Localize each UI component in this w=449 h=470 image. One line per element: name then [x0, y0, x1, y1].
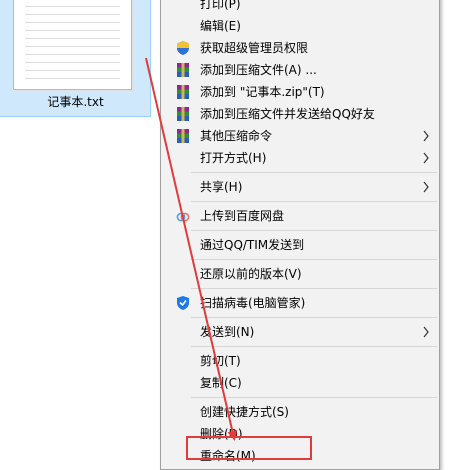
chevron-right-icon — [422, 321, 430, 343]
rename-highlight-box — [186, 436, 312, 460]
menu-item-scan-virus[interactable]: 扫描病毒(电脑管家) — [161, 292, 439, 314]
menu-item-upload-baidu-netdisk[interactable]: 上传到百度网盘 — [161, 205, 439, 227]
menu-item-share[interactable]: 共享(H) — [161, 176, 439, 198]
menu-item-add-to-archive[interactable]: 添加到压缩文件(A) ... — [161, 59, 439, 81]
menu-item-other-compress-commands[interactable]: 其他压缩命令 — [161, 125, 439, 147]
menu-separator — [191, 397, 437, 398]
menu-separator — [191, 172, 437, 173]
menu-item-label: 添加到压缩文件并发送给QQ好友 — [200, 107, 375, 121]
baidu-netdisk-icon — [175, 208, 191, 224]
text-document-icon — [13, 0, 132, 90]
menu-item-label: 创建快捷方式(S) — [200, 405, 289, 419]
chevron-right-icon — [422, 125, 430, 147]
menu-separator — [191, 201, 437, 202]
menu-item-add-to-zip[interactable]: 添加到 "记事本.zip"(T) — [161, 81, 439, 103]
winrar-icon — [175, 84, 191, 100]
menu-item-create-shortcut[interactable]: 创建快捷方式(S) — [161, 401, 439, 423]
menu-item-label: 共享(H) — [200, 180, 243, 194]
menu-item-restore-previous-versions[interactable]: 还原以前的版本(V) — [161, 263, 439, 285]
menu-item-open-with[interactable]: 打开方式(H) — [161, 147, 439, 169]
file-name-label[interactable]: 记事本.txt — [0, 94, 151, 110]
menu-item-cut[interactable]: 剪切(T) — [161, 350, 439, 372]
winrar-icon — [175, 62, 191, 78]
menu-item-label: 剪切(T) — [200, 354, 241, 368]
menu-item-label: 复制(C) — [200, 376, 242, 390]
chevron-right-icon — [422, 147, 430, 169]
menu-item-label: 其他压缩命令 — [200, 129, 273, 143]
menu-item-admin-rights[interactable]: 获取超级管理员权限 — [161, 37, 439, 59]
winrar-icon — [175, 106, 191, 122]
menu-item-label: 通过QQ/TIM发送到 — [200, 238, 305, 252]
menu-separator — [191, 346, 437, 347]
menu-item-label: 添加到压缩文件(A) ... — [200, 63, 317, 77]
menu-item-copy[interactable]: 复制(C) — [161, 372, 439, 394]
winrar-icon — [175, 128, 191, 144]
menu-item-label: 添加到 "记事本.zip"(T) — [200, 85, 325, 99]
menu-item-label: 扫描病毒(电脑管家) — [200, 296, 306, 310]
menu-item-label: 获取超级管理员权限 — [200, 41, 309, 55]
context-menu: 打印(P) 编辑(E) 获取超级管理员权限 添加到压缩文件(A) ... 添加到… — [160, 0, 440, 470]
menu-item-edit[interactable]: 编辑(E) — [161, 15, 439, 37]
menu-separator — [191, 288, 437, 289]
menu-item-send-to[interactable]: 发送到(N) — [161, 321, 439, 343]
menu-item-label: 打开方式(H) — [200, 151, 267, 165]
chevron-right-icon — [422, 176, 430, 198]
menu-item-archive-send-qq[interactable]: 添加到压缩文件并发送给QQ好友 — [161, 103, 439, 125]
menu-item-send-via-qq-tim[interactable]: 通过QQ/TIM发送到 — [161, 234, 439, 256]
selected-file[interactable]: 记事本.txt — [0, 0, 151, 117]
menu-item-label: 还原以前的版本(V) — [200, 267, 302, 281]
tencent-pc-manager-icon — [175, 295, 191, 311]
menu-item-print[interactable]: 打印(P) — [161, 0, 439, 15]
menu-item-label: 编辑(E) — [200, 19, 241, 33]
menu-item-label: 上传到百度网盘 — [200, 209, 285, 223]
menu-separator — [191, 259, 437, 260]
uac-shield-icon — [175, 40, 191, 56]
menu-separator — [191, 317, 437, 318]
menu-item-label: 打印(P) — [200, 0, 241, 11]
menu-item-label: 发送到(N) — [200, 325, 255, 339]
menu-separator — [191, 230, 437, 231]
